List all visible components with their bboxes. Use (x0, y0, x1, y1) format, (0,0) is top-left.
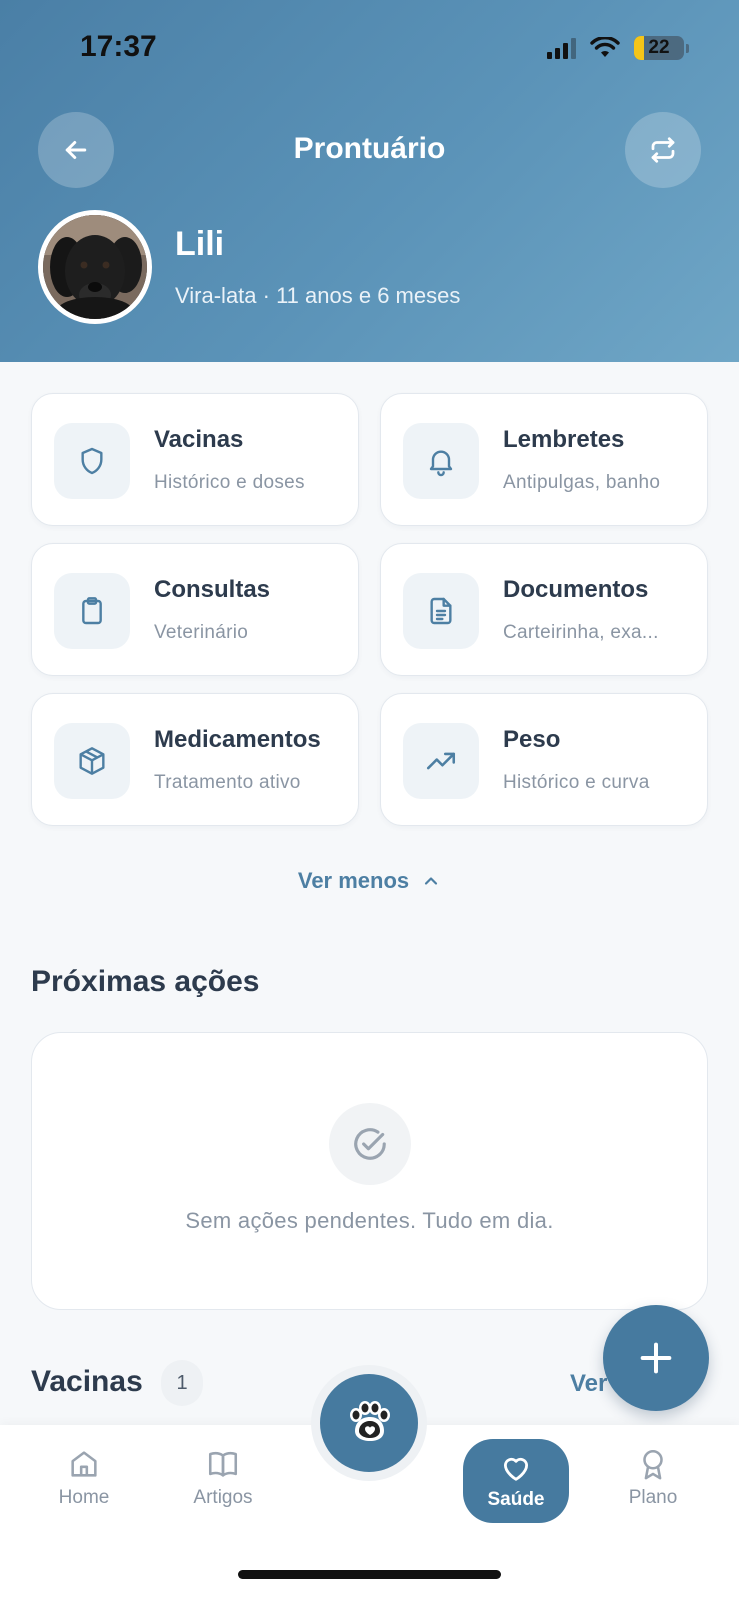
card-subtitle: Tratamento ativo (154, 772, 301, 793)
signal-icon (547, 37, 576, 59)
plus-icon (640, 1342, 672, 1374)
status-time: 17:37 (80, 30, 157, 63)
home-icon (71, 1451, 97, 1477)
tab-artigos[interactable]: Artigos (173, 1447, 273, 1509)
vaccines-section-title: Vacinas (31, 1365, 143, 1398)
card-title: Peso (503, 726, 561, 753)
card-title: Medicamentos (154, 726, 321, 753)
card-vacinas[interactable]: Vacinas Histórico e doses (31, 393, 359, 526)
tab-label: Saúde (487, 1489, 545, 1510)
status-indicators: 22 (547, 36, 689, 60)
pet-info: Vira-lata · 11 anos e 6 meses (175, 283, 461, 308)
battery-icon: 22 (634, 36, 684, 60)
card-title: Vacinas (154, 426, 244, 453)
next-actions-card: Sem ações pendentes. Tudo em dia. (31, 1032, 708, 1310)
book-icon (208, 1451, 238, 1477)
tab-saude[interactable]: Saúde (463, 1439, 569, 1523)
award-icon (643, 1449, 663, 1480)
empty-actions-text: Sem ações pendentes. Tudo em dia. (185, 1208, 554, 1233)
tab-home[interactable]: Home (34, 1447, 134, 1509)
card-subtitle: Antipulgas, banho (503, 472, 661, 493)
bell-icon (429, 450, 453, 477)
add-button[interactable] (603, 1305, 709, 1411)
document-icon (430, 597, 452, 625)
card-peso[interactable]: Peso Histórico e curva (380, 693, 708, 826)
vaccines-count-badge: 1 (161, 1360, 203, 1406)
card-consultas[interactable]: Consultas Veterinário (31, 543, 359, 676)
next-actions-title: Próximas ações (31, 965, 260, 998)
clipboard-icon (82, 597, 102, 625)
card-title: Lembretes (503, 426, 625, 453)
tab-label: Home (58, 1487, 110, 1508)
heart-icon (503, 1457, 529, 1481)
check-circle-icon (354, 1128, 386, 1160)
tab-plano[interactable]: Plano (603, 1447, 703, 1509)
see-all-vaccines-link[interactable]: Ver (570, 1370, 607, 1398)
dog-photo (43, 215, 147, 319)
tab-label: Artigos (193, 1487, 253, 1508)
card-lembretes[interactable]: Lembretes Antipulgas, banho (380, 393, 708, 526)
card-subtitle: Histórico e curva (503, 772, 650, 793)
card-title: Documentos (503, 576, 649, 603)
chevron-up-icon (425, 877, 438, 885)
switch-pet-button[interactable] (625, 112, 701, 188)
card-subtitle: Histórico e doses (154, 472, 305, 493)
tab-label: Plano (628, 1487, 678, 1508)
paw-button[interactable] (320, 1374, 418, 1472)
card-documentos[interactable]: Documentos Carteirinha, exa... (380, 543, 708, 676)
pet-avatar[interactable] (38, 210, 152, 324)
battery-level: 22 (648, 37, 670, 58)
paw-icon (350, 1401, 390, 1441)
card-medicamentos[interactable]: Medicamentos Tratamento ativo (31, 693, 359, 826)
see-less-label: Ver menos (297, 868, 410, 893)
pet-name: Lili (175, 225, 225, 263)
shield-icon (81, 447, 103, 475)
box-icon (79, 747, 105, 775)
see-less-button[interactable]: Ver menos (0, 868, 739, 894)
trending-up-icon (426, 752, 456, 770)
card-subtitle: Veterinário (154, 622, 249, 643)
wifi-icon (590, 37, 620, 57)
card-subtitle: Carteirinha, exa... (503, 622, 659, 643)
home-indicator (238, 1570, 501, 1579)
swap-icon (651, 137, 675, 163)
card-title: Consultas (154, 576, 271, 603)
profile-header: 17:37 22 Prontuário Lili Vira-lata · 11 … (0, 0, 739, 362)
